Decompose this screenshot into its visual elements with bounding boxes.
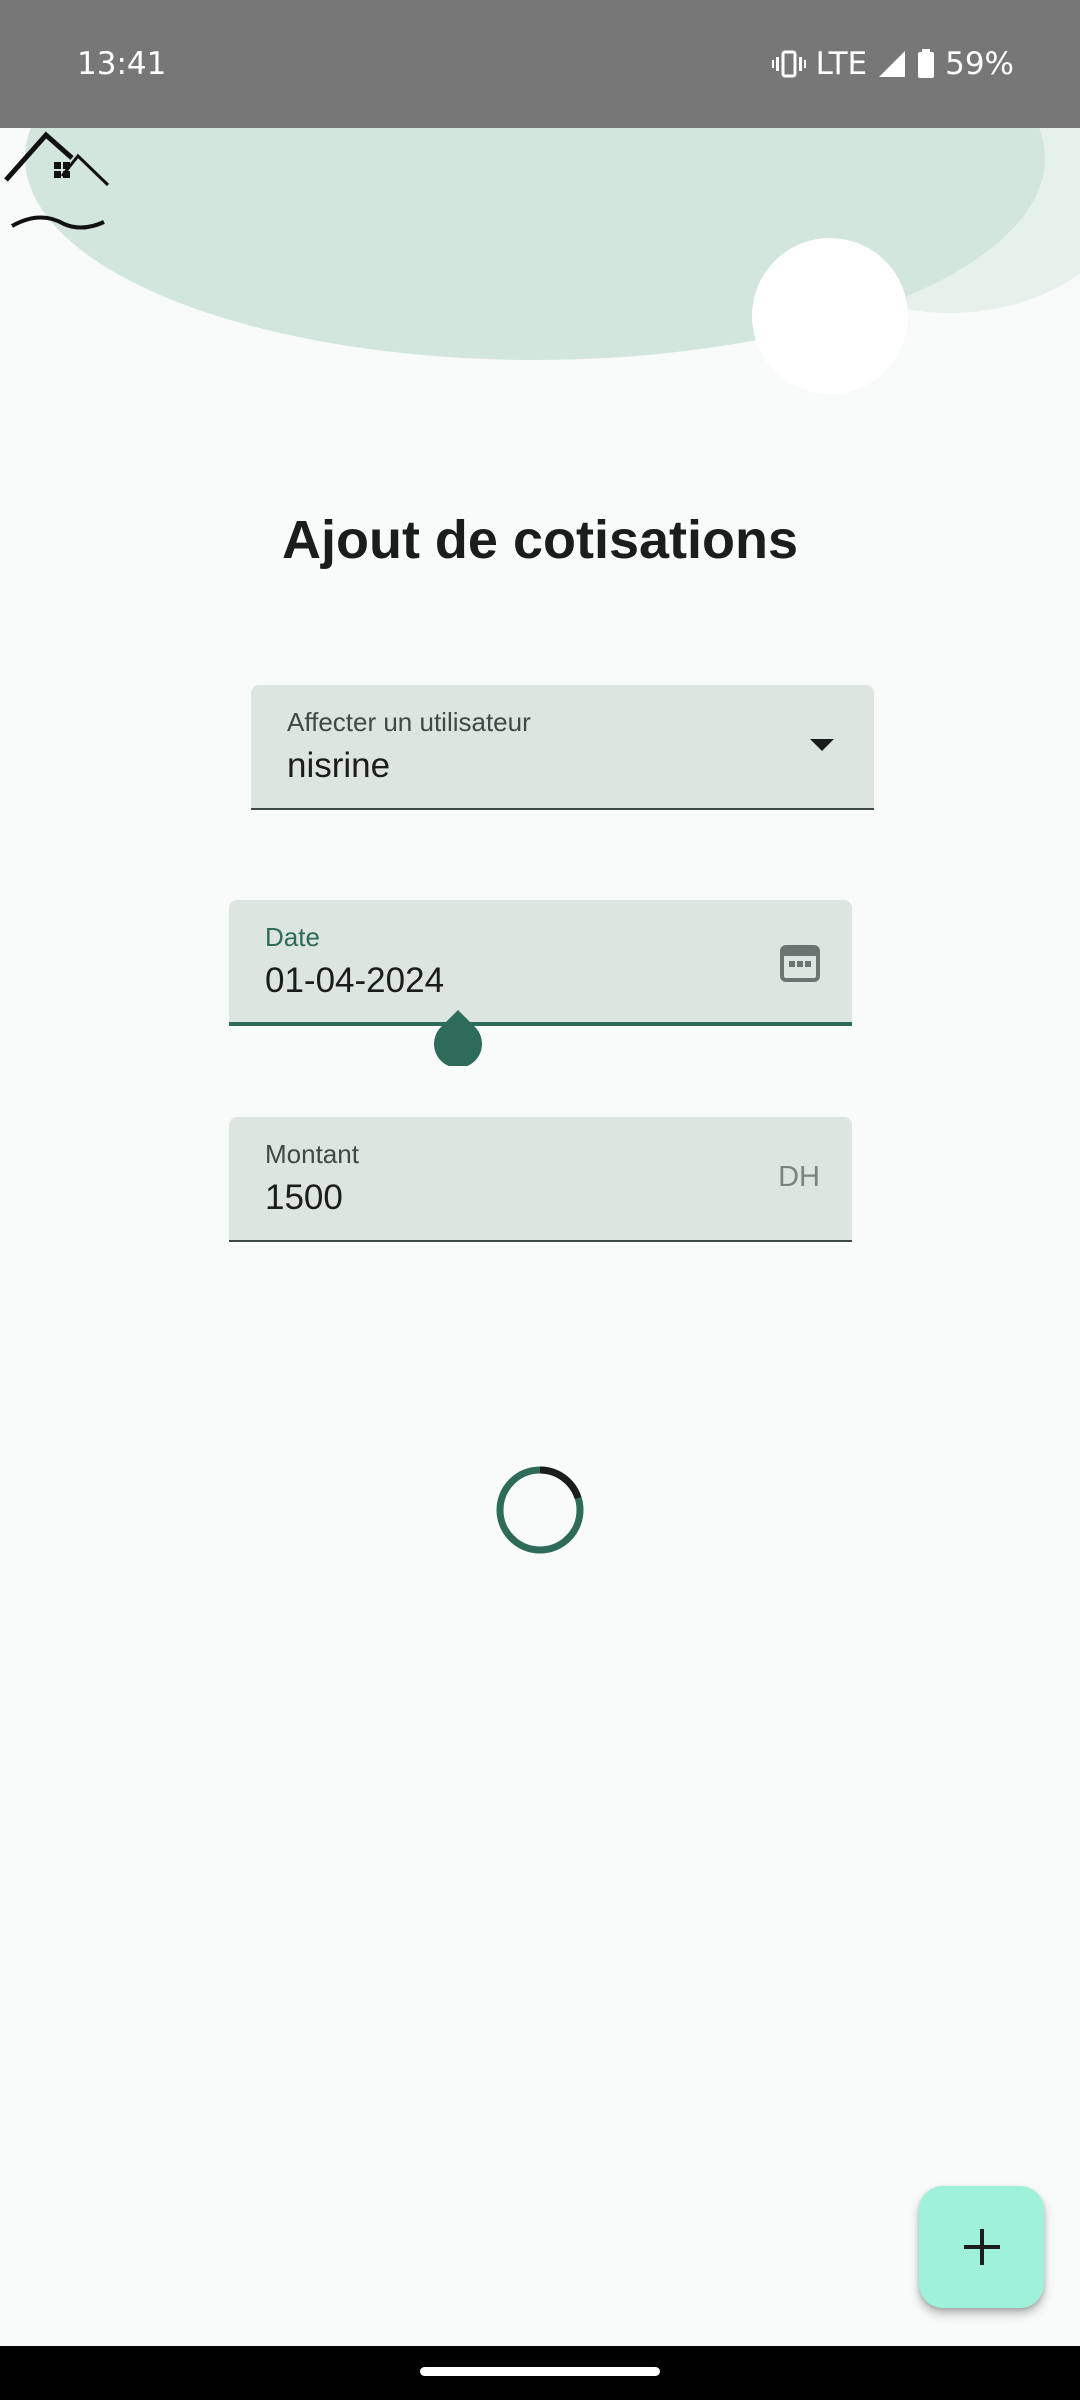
date-field-label: Date: [265, 922, 320, 952]
status-icons: LTE 59%: [771, 40, 1014, 88]
add-button[interactable]: [919, 2186, 1044, 2308]
header-decoration: [25, 128, 1080, 394]
amount-field-label: Montant: [265, 1139, 359, 1169]
loading-spinner: [496, 1466, 584, 1554]
user-select[interactable]: Affecter un utilisateur nisrine: [251, 685, 874, 810]
currency-suffix: DH: [778, 1161, 820, 1193]
signal-icon: [877, 49, 907, 79]
battery-percent: 59%: [945, 46, 1014, 82]
status-bar: 13:41 LTE 59%: [0, 0, 1080, 128]
date-field[interactable]: Date 01-04-2024: [229, 900, 852, 1026]
navigation-bar: [0, 2346, 1080, 2400]
network-type: LTE: [815, 46, 868, 82]
dropdown-arrow-icon[interactable]: [810, 739, 834, 751]
amount-field-value: 1500: [265, 1178, 343, 1217]
user-select-label: Affecter un utilisateur: [287, 707, 531, 737]
page-title: Ajout de cotisations: [281, 510, 799, 570]
logo-icon: [4, 131, 110, 230]
home-gesture-handle[interactable]: [420, 2367, 660, 2376]
date-field-value: 01-04-2024: [265, 961, 445, 1000]
status-time: 13:41: [77, 46, 167, 82]
user-select-value: nisrine: [287, 746, 391, 785]
text-cursor-handle[interactable]: [433, 1010, 483, 1066]
battery-icon: [917, 49, 935, 79]
vibrate-icon: [771, 49, 806, 79]
calendar-icon[interactable]: [778, 940, 822, 984]
plus-icon: [963, 2229, 1000, 2265]
amount-field[interactable]: Montant 1500 DH: [229, 1117, 852, 1242]
